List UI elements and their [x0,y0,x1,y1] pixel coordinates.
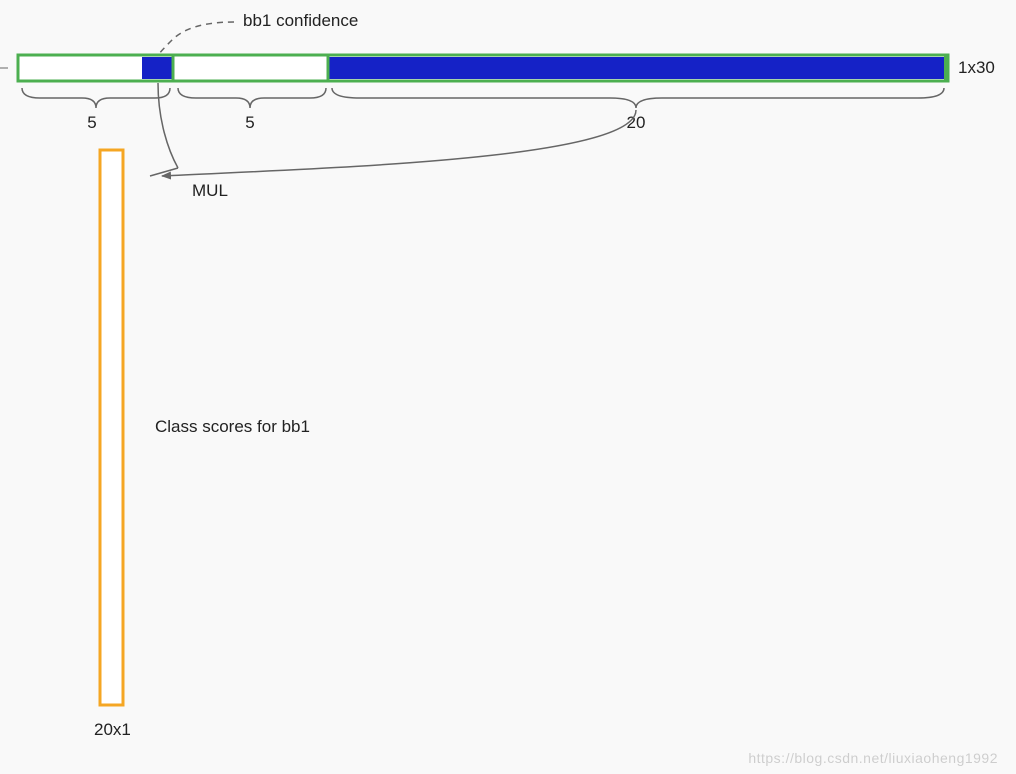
brace-second-label: 5 [245,113,254,132]
result-dim-label: 20x1 [94,720,131,739]
vector-dim-label: 1x30 [958,58,995,77]
bb1-confidence-label: bb1 confidence [243,11,358,30]
class-probs-block [328,57,946,79]
bb1-confidence-pointer [158,22,234,55]
vector-1x30 [18,55,948,81]
diagram-canvas: 1x30 bb1 confidence 5 5 20 MUL Class sco… [0,0,1016,774]
result-vector-20x1 [100,150,123,705]
class-scores-label: Class scores for bb1 [155,417,310,436]
bb1-confidence-cell [142,57,173,79]
watermark-text: https://blog.csdn.net/liuxiaoheng1992 [748,750,998,766]
brace-first-label: 5 [87,113,96,132]
mul-label: MUL [192,181,228,200]
brace-second [178,88,326,108]
brace-first [22,88,170,108]
arrow-from-classprobs [162,110,636,176]
arrow-from-confidence [158,83,178,168]
brace-third [332,88,944,108]
